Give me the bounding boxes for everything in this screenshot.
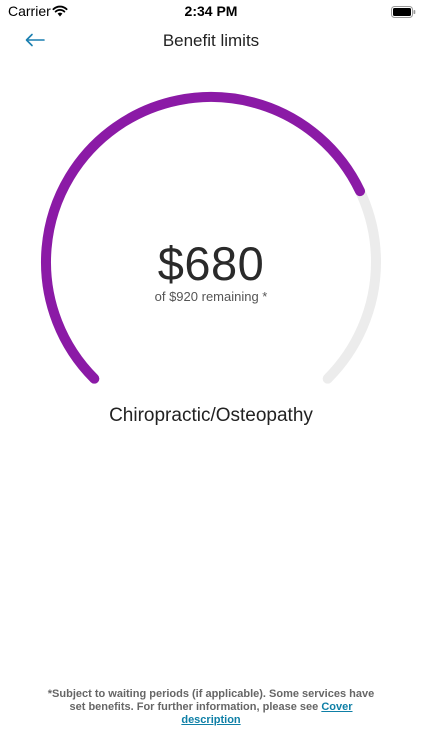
remaining-amount: $680 — [157, 237, 265, 290]
status-time: 2:34 PM — [184, 3, 238, 19]
benefit-name: Chiropractic/Osteopathy — [109, 405, 313, 426]
nav-bar: Benefit limits — [0, 22, 422, 62]
status-bar: Carrier 2:34 PM — [0, 0, 422, 22]
footer-disclaimer: *Subject to waiting periods (if applicab… — [40, 688, 382, 727]
battery-icon — [391, 5, 416, 18]
remaining-subtext: of $920 remaining * — [154, 289, 268, 304]
page-title: Benefit limits — [162, 31, 260, 50]
